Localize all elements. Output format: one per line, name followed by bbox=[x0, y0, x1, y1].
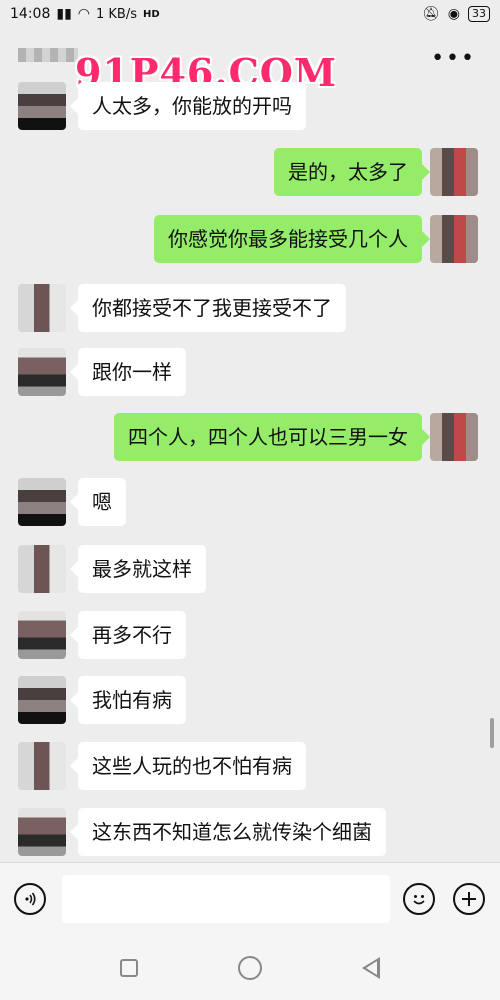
avatar[interactable] bbox=[18, 742, 66, 790]
message-bubble[interactable]: 我怕有病 bbox=[70, 676, 186, 724]
avatar[interactable] bbox=[18, 611, 66, 659]
message-bubble[interactable]: 再多不行 bbox=[70, 611, 186, 659]
avatar[interactable] bbox=[430, 413, 478, 461]
avatar[interactable] bbox=[430, 215, 478, 263]
message-input[interactable] bbox=[62, 875, 390, 923]
voice-icon[interactable] bbox=[14, 883, 46, 915]
wifi-icon: ◠ bbox=[77, 6, 90, 22]
hd-label: HD bbox=[143, 8, 160, 20]
system-nav-bar bbox=[0, 936, 500, 1000]
message-bubble[interactable]: 这东西不知道怎么就传染个细菌 bbox=[70, 808, 386, 856]
message-bubble[interactable]: 人太多，你能放的开吗 bbox=[70, 82, 306, 130]
input-bar bbox=[0, 862, 500, 937]
emoji-icon[interactable] bbox=[403, 883, 435, 915]
contact-name-blurred bbox=[18, 48, 78, 62]
message-bubble[interactable]: 这些人玩的也不怕有病 bbox=[70, 742, 306, 790]
message-bubble[interactable]: 四个人，四个人也可以三男一女 bbox=[114, 413, 430, 461]
signal-icon: ▮▮ bbox=[56, 6, 72, 22]
chat-message-list[interactable]: 人太多，你能放的开吗 是的，太多了 你感觉你最多能接受几个人 你都接受不了我更接… bbox=[0, 80, 500, 862]
avatar[interactable] bbox=[18, 284, 66, 332]
scrollbar-thumb[interactable] bbox=[490, 718, 494, 748]
avatar[interactable] bbox=[18, 348, 66, 396]
message-bubble[interactable]: 嗯 bbox=[70, 478, 126, 526]
chat-header: 91P46.COM ••• bbox=[0, 28, 500, 95]
message-bubble[interactable]: 跟你一样 bbox=[70, 348, 186, 396]
avatar[interactable] bbox=[18, 82, 66, 130]
message-bubble[interactable]: 最多就这样 bbox=[70, 545, 206, 593]
message-bubble[interactable]: 你都接受不了我更接受不了 bbox=[70, 284, 346, 332]
back-icon[interactable] bbox=[362, 957, 380, 979]
avatar[interactable] bbox=[18, 478, 66, 526]
home-icon[interactable] bbox=[238, 956, 262, 980]
network-speed: 1 KB/s bbox=[96, 6, 137, 22]
mute-icon: 🔕︎ bbox=[422, 6, 440, 22]
status-bar: 14:08 ▮▮ ◠ 1 KB/s HD 🔕︎ ◉ 33 bbox=[0, 0, 500, 28]
status-time: 14:08 bbox=[10, 6, 51, 22]
plus-icon[interactable] bbox=[453, 883, 485, 915]
avatar[interactable] bbox=[18, 676, 66, 724]
battery-indicator: 33 bbox=[468, 6, 490, 22]
avatar[interactable] bbox=[430, 148, 478, 196]
avatar[interactable] bbox=[18, 808, 66, 856]
message-bubble[interactable]: 你感觉你最多能接受几个人 bbox=[154, 215, 430, 263]
avatar[interactable] bbox=[18, 545, 66, 593]
recent-apps-icon[interactable] bbox=[120, 959, 138, 977]
message-bubble[interactable]: 是的，太多了 bbox=[274, 148, 430, 196]
more-icon[interactable]: ••• bbox=[431, 46, 476, 71]
lock-rotation-icon: ◉ bbox=[447, 6, 460, 22]
